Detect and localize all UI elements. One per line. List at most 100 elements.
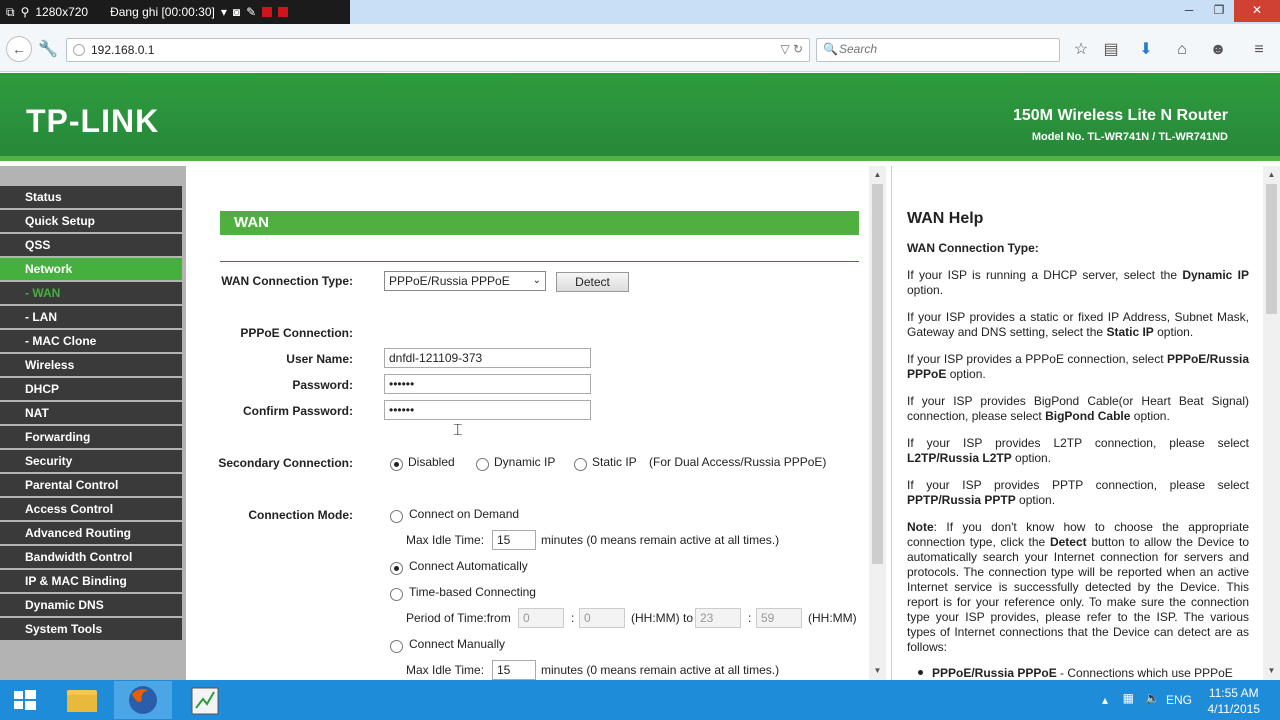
search-bar[interactable]: 🔍 — [816, 38, 1060, 62]
clock[interactable]: 11:55 AM 4/11/2015 — [1208, 685, 1261, 717]
period-colon-1: : — [571, 611, 575, 625]
radio-static-ip[interactable] — [574, 458, 587, 471]
conn-type-label: WAN Connection Type: — [221, 274, 353, 288]
sidebar-item-system-tools[interactable]: System Tools — [0, 618, 182, 642]
sidebar-item-forwarding[interactable]: Forwarding — [0, 426, 182, 450]
content-scroll-thumb[interactable] — [872, 184, 883, 564]
sidebar-item-ip-mac-binding[interactable]: IP & MAC Binding — [0, 570, 182, 594]
scroll-up-icon[interactable]: ▲ — [1263, 168, 1280, 182]
scroll-down-icon[interactable]: ▼ — [869, 664, 886, 678]
network-icon[interactable]: ▦ — [1123, 691, 1134, 705]
sidebar-item-parental-control[interactable]: Parental Control — [0, 474, 182, 498]
max-idle-label-2: Max Idle Time: — [406, 663, 485, 677]
globe-icon — [73, 44, 85, 56]
zoom-icon[interactable]: ⚲ — [21, 5, 30, 19]
chat-icon[interactable]: ☻ — [1208, 40, 1228, 60]
bookmark-star-icon[interactable]: ☆ — [1071, 40, 1091, 60]
radio-static-ip-label: Static IP — [592, 455, 637, 469]
sidebar-item-network[interactable]: Network — [0, 258, 182, 282]
scroll-up-icon[interactable]: ▲ — [869, 168, 886, 182]
recorder-icon[interactable]: ⧉ — [6, 5, 15, 20]
taskbar-recorder[interactable] — [176, 681, 234, 719]
home-icon[interactable]: ⌂ — [1172, 40, 1192, 60]
help-scrollbar[interactable]: ▲ ▼ — [1263, 166, 1280, 680]
menu-icon[interactable]: ≡ — [1249, 40, 1269, 60]
sidebar-item-wireless[interactable]: Wireless — [0, 354, 182, 378]
sidebar-item-bandwidth-control[interactable]: Bandwidth Control — [0, 546, 182, 570]
period-from-minute[interactable]: 0 — [579, 608, 625, 628]
sidebar-item-qss[interactable]: QSS — [0, 234, 182, 258]
browser-navbar: ← 🔧 192.168.0.1 ▽ ↻ 🔍 ☆ ▤ ⬇ ⌂ ☻ ≡ — [0, 24, 1280, 72]
help-bullet-pppoe: PPPoE/Russia PPPoE - Connections which u… — [918, 666, 1233, 680]
secondary-conn-label: Secondary Connection: — [218, 456, 353, 470]
language-indicator[interactable]: ENG — [1166, 693, 1206, 707]
clock-date: 4/11/2015 — [1207, 702, 1261, 716]
sidebar-item-access-control[interactable]: Access Control — [0, 498, 182, 522]
pause-icon[interactable] — [262, 7, 273, 17]
detect-button[interactable]: Detect — [556, 272, 629, 292]
sidebar-item-dhcp[interactable]: DHCP — [0, 378, 182, 402]
radio-manual[interactable] — [390, 640, 403, 653]
sidebar-item-mac-clone[interactable]: - MAC Clone — [0, 330, 182, 354]
camera-icon[interactable]: ◙ — [233, 5, 240, 19]
sidebar-item-wan[interactable]: - WAN — [0, 282, 182, 306]
radio-dynamic-ip[interactable] — [476, 458, 489, 471]
period-to-hour[interactable]: 23 — [695, 608, 741, 628]
taskbar-file-explorer[interactable] — [53, 681, 111, 719]
clock-time: 11:55 AM — [1208, 686, 1259, 700]
period-from-hour[interactable]: 0 — [518, 608, 564, 628]
username-field[interactable]: dnfdl-121109-373 — [384, 348, 591, 368]
radio-auto[interactable] — [390, 562, 403, 575]
maximize-button[interactable]: ❐ — [1204, 0, 1234, 22]
help-para-dynamic: If your ISP is running a DHCP server, se… — [907, 268, 1249, 297]
help-para-pppoe: If your ISP provides a PPPoE connection,… — [907, 352, 1249, 381]
max-idle-field[interactable]: 15 — [492, 530, 536, 550]
router-header: TP-LINK 150M Wireless Lite N Router Mode… — [0, 73, 1280, 161]
close-button[interactable]: ✕ — [1234, 0, 1280, 22]
sidebar-item-advanced-routing[interactable]: Advanced Routing — [0, 522, 182, 546]
password-field[interactable]: •••••• — [384, 374, 591, 394]
scroll-down-icon[interactable]: ▼ — [1263, 664, 1280, 678]
tray-expand-icon[interactable]: ▴ — [1102, 693, 1108, 707]
volume-icon[interactable]: 🔈 — [1145, 691, 1160, 705]
minimize-button[interactable]: ─ — [1174, 0, 1204, 22]
sidebar-item-nat[interactable]: NAT — [0, 402, 182, 426]
sidebar-item-lan[interactable]: - LAN — [0, 306, 182, 330]
pen-icon[interactable]: ✎ — [246, 5, 256, 19]
back-button[interactable]: ← — [6, 36, 32, 62]
bullet-icon — [918, 670, 923, 675]
period-to-minute[interactable]: 59 — [756, 608, 802, 628]
url-bar[interactable]: 192.168.0.1 ▽ ↻ — [66, 38, 810, 62]
sidebar-item-security[interactable]: Security — [0, 450, 182, 474]
conn-mode-label: Connection Mode: — [248, 508, 353, 522]
content-scrollbar[interactable]: ▲ ▼ — [869, 166, 886, 680]
radio-time-based[interactable] — [390, 588, 403, 601]
stop-icon[interactable] — [278, 7, 289, 17]
sidebar-item-status[interactable]: Status — [0, 186, 182, 210]
download-icon[interactable]: ⬇ — [1136, 40, 1156, 60]
period-colon-2: : — [748, 611, 752, 625]
confirm-password-field[interactable]: •••••• — [384, 400, 591, 420]
help-scroll-thumb[interactable] — [1266, 184, 1277, 314]
identity-icon[interactable]: 🔧 — [38, 40, 58, 60]
conn-type-select[interactable]: PPPoE/Russia PPPoE ⌄ — [384, 271, 546, 291]
help-para-bigpond: If your ISP provides BigPond Cable(or He… — [907, 394, 1249, 423]
product-name: 150M Wireless Lite N Router — [1012, 107, 1228, 124]
max-idle-field-2[interactable]: 15 — [492, 660, 536, 680]
taskbar-firefox[interactable] — [114, 681, 172, 719]
dropdown-icon[interactable]: ▾ — [221, 5, 227, 19]
sidebar-item-quick-setup[interactable]: Quick Setup — [0, 210, 182, 234]
radio-on-demand[interactable] — [390, 510, 403, 523]
wan-content: WAN WAN Connection Type: PPPoE/Russia PP… — [187, 166, 869, 680]
search-input[interactable] — [839, 42, 1039, 56]
window-controls: ─ ❐ ✕ — [1174, 0, 1280, 22]
sidebar-item-dynamic-dns[interactable]: Dynamic DNS — [0, 594, 182, 618]
max-idle-note: minutes (0 means remain active at all ti… — [541, 533, 780, 547]
radio-disabled[interactable] — [390, 458, 403, 471]
bookmarks-list-icon[interactable]: ▤ — [1101, 40, 1121, 60]
recorder-app-icon — [191, 687, 219, 715]
period-label: Period of Time:from — [406, 611, 511, 625]
start-button[interactable] — [0, 681, 50, 719]
reload-icon[interactable]: ▽ ↻ — [780, 42, 803, 56]
username-label: User Name: — [286, 352, 353, 366]
